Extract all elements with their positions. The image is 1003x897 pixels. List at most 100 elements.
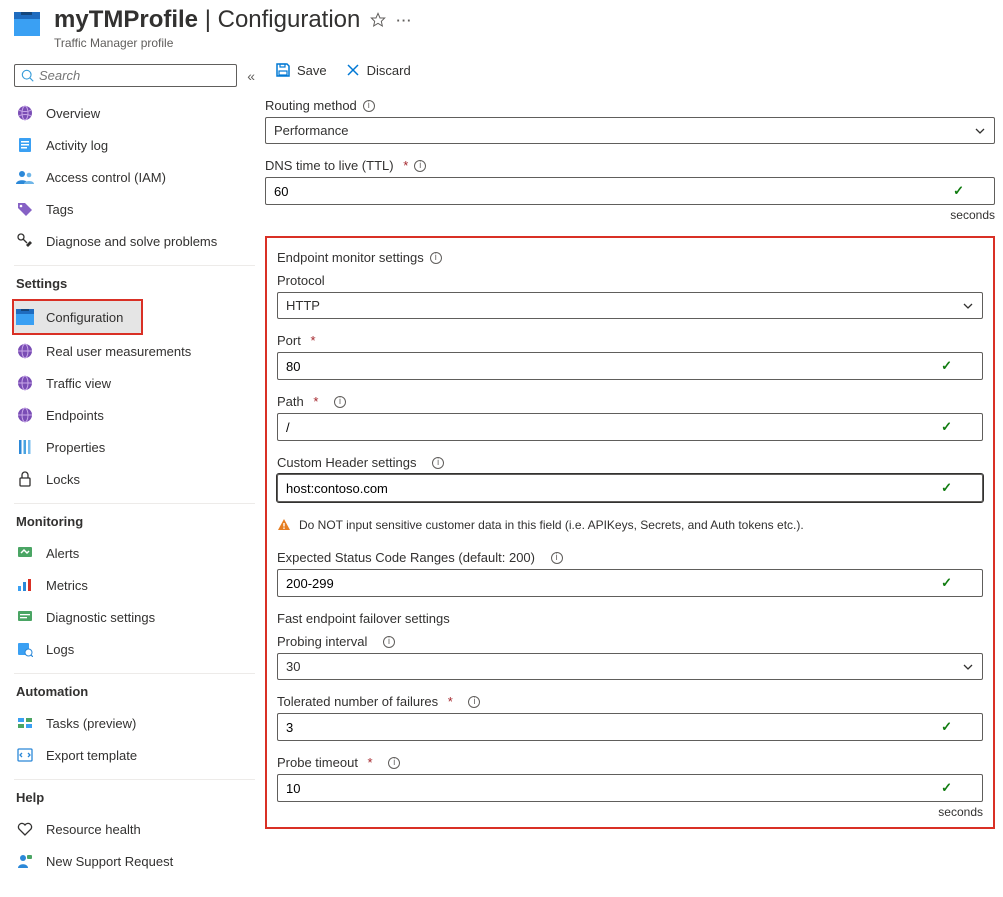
- interval-label: Probing interval i: [277, 634, 983, 649]
- info-icon[interactable]: i: [363, 100, 375, 112]
- info-icon[interactable]: i: [388, 757, 400, 769]
- discard-icon: [345, 62, 361, 78]
- sidebar-item-resource-health[interactable]: Resource health: [14, 813, 255, 845]
- tasks-icon: [16, 714, 34, 732]
- sidebar-item-activity-log[interactable]: Activity log: [14, 129, 255, 161]
- timeout-field[interactable]: [286, 781, 941, 796]
- path-label: Path * i: [277, 394, 983, 409]
- sidebar-item-logs[interactable]: Logs: [14, 633, 255, 665]
- valid-check-icon: ✓: [953, 183, 964, 199]
- custom-header-field[interactable]: [286, 481, 941, 496]
- failures-field[interactable]: [286, 720, 941, 735]
- sidebar-item-label: New Support Request: [46, 854, 173, 869]
- timeout-input[interactable]: ✓: [277, 774, 983, 802]
- main-content: Save Discard Routing method i Performanc…: [255, 56, 1003, 849]
- sidebar-item-label: Properties: [46, 440, 105, 455]
- required-indicator: *: [400, 158, 409, 173]
- sidebar-search[interactable]: [14, 64, 237, 87]
- sidebar-item-endpoints[interactable]: Endpoints: [14, 399, 255, 431]
- discard-label: Discard: [367, 63, 411, 78]
- save-button[interactable]: Save: [275, 62, 327, 78]
- status-codes-field[interactable]: [286, 576, 941, 591]
- custom-header-input[interactable]: ✓: [277, 474, 983, 502]
- sidebar: « Overview Activity log Access control (…: [0, 56, 255, 897]
- protocol-select[interactable]: HTTP: [277, 292, 983, 319]
- search-icon: [21, 69, 35, 83]
- ttl-field[interactable]: [274, 184, 953, 199]
- protocol-label: Protocol: [277, 273, 983, 288]
- routing-method-select[interactable]: Performance: [265, 117, 995, 144]
- sidebar-item-tags[interactable]: Tags: [14, 193, 255, 225]
- globe-icon: [16, 406, 34, 424]
- discard-button[interactable]: Discard: [345, 62, 411, 78]
- sidebar-item-metrics[interactable]: Metrics: [14, 569, 255, 601]
- sidebar-item-diagnose[interactable]: Diagnose and solve problems: [14, 225, 255, 257]
- info-icon[interactable]: i: [383, 636, 395, 648]
- sidebar-group-monitoring: Monitoring: [14, 504, 255, 537]
- valid-check-icon: ✓: [941, 575, 952, 591]
- search-input[interactable]: [35, 68, 230, 83]
- sidebar-item-access-control[interactable]: Access control (IAM): [14, 161, 255, 193]
- sidebar-item-alerts[interactable]: Alerts: [14, 537, 255, 569]
- info-icon[interactable]: i: [414, 160, 426, 172]
- sidebar-item-support-request[interactable]: New Support Request: [14, 845, 255, 877]
- sidebar-item-tasks[interactable]: Tasks (preview): [14, 707, 255, 739]
- failover-section: Fast endpoint failover settings: [277, 611, 983, 626]
- metrics-icon: [16, 576, 34, 594]
- collapse-sidebar-button[interactable]: «: [247, 68, 255, 84]
- info-icon[interactable]: i: [468, 696, 480, 708]
- sidebar-item-diagnostic-settings[interactable]: Diagnostic settings: [14, 601, 255, 633]
- failures-label: Tolerated number of failures * i: [277, 694, 983, 709]
- status-codes-label: Expected Status Code Ranges (default: 20…: [277, 550, 983, 565]
- port-input[interactable]: ✓: [277, 352, 983, 380]
- sidebar-item-label: Logs: [46, 642, 74, 657]
- sidebar-item-label: Tags: [46, 202, 73, 217]
- resource-icon: [14, 12, 40, 36]
- sidebar-item-configuration[interactable]: Configuration: [14, 301, 141, 333]
- path-input[interactable]: ✓: [277, 413, 983, 441]
- diagnostic-settings-icon: [16, 608, 34, 626]
- port-field[interactable]: [286, 359, 941, 374]
- failures-input[interactable]: ✓: [277, 713, 983, 741]
- resource-type-subtitle: Traffic Manager profile: [54, 36, 1003, 50]
- save-icon: [275, 62, 291, 78]
- activity-log-icon: [16, 136, 34, 154]
- sidebar-group-automation: Automation: [14, 674, 255, 707]
- custom-header-warning: Do NOT input sensitive customer data in …: [277, 518, 983, 532]
- sidebar-item-overview[interactable]: Overview: [14, 97, 255, 129]
- endpoint-monitor-section: Endpoint monitor settings i: [277, 250, 983, 265]
- endpoint-monitor-highlight: Endpoint monitor settings i Protocol HTT…: [265, 236, 995, 829]
- valid-check-icon: ✓: [941, 719, 952, 735]
- warning-icon: [277, 518, 291, 532]
- export-template-icon: [16, 746, 34, 764]
- globe-icon: [16, 342, 34, 360]
- favorite-star-button[interactable]: [370, 12, 386, 28]
- logs-icon: [16, 640, 34, 658]
- configuration-icon: [16, 308, 34, 326]
- info-icon[interactable]: i: [430, 252, 442, 264]
- sidebar-item-label: Activity log: [46, 138, 108, 153]
- status-codes-input[interactable]: ✓: [277, 569, 983, 597]
- port-label: Port *: [277, 333, 983, 348]
- sidebar-item-traffic-view[interactable]: Traffic view: [14, 367, 255, 399]
- sidebar-item-properties[interactable]: Properties: [14, 431, 255, 463]
- sidebar-item-label: Alerts: [46, 546, 79, 561]
- info-icon[interactable]: i: [334, 396, 346, 408]
- lock-icon: [16, 470, 34, 488]
- ttl-input[interactable]: ✓: [265, 177, 995, 205]
- sidebar-item-label: Diagnostic settings: [46, 610, 155, 625]
- sidebar-item-export-template[interactable]: Export template: [14, 739, 255, 771]
- sidebar-item-label: Resource health: [46, 822, 141, 837]
- path-field[interactable]: [286, 420, 941, 435]
- globe-icon: [16, 374, 34, 392]
- sidebar-group-help: Help: [14, 780, 255, 813]
- info-icon[interactable]: i: [432, 457, 444, 469]
- ttl-label: DNS time to live (TTL) * i: [265, 158, 995, 173]
- info-icon[interactable]: i: [551, 552, 563, 564]
- interval-select[interactable]: 30: [277, 653, 983, 680]
- sidebar-item-real-user[interactable]: Real user measurements: [14, 335, 255, 367]
- sidebar-item-locks[interactable]: Locks: [14, 463, 255, 495]
- save-label: Save: [297, 63, 327, 78]
- more-actions-button[interactable]: ···: [396, 13, 412, 28]
- sidebar-item-label: Export template: [46, 748, 137, 763]
